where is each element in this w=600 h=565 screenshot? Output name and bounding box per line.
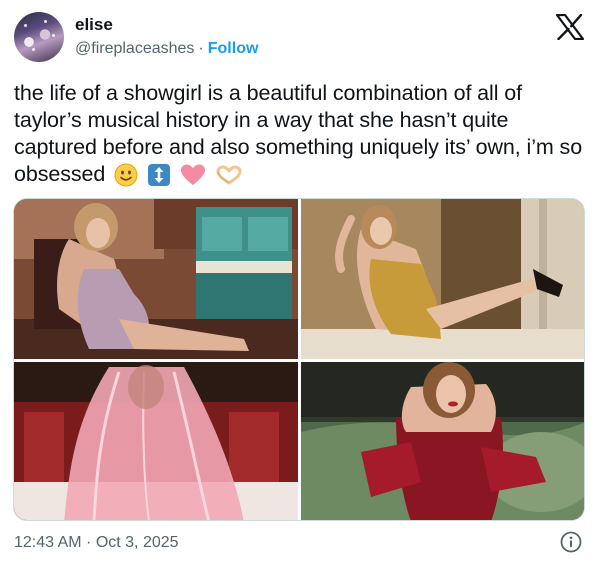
photo-gold-dress-in-doorway[interactable] <box>301 199 584 359</box>
pink-heart-icon <box>180 163 206 187</box>
tweet-card: elise @fireplaceashes · Follow the life of… <box>0 0 600 565</box>
slightly-smiling-face-icon <box>114 163 138 187</box>
display-name[interactable]: elise <box>75 15 113 35</box>
tweet-timestamp[interactable]: 12:43 AM · Oct 3, 2025 <box>14 534 179 552</box>
tweet-text: the life of a showgirl is a beautiful co… <box>14 81 583 186</box>
photo-red-velvet-gloves[interactable] <box>301 362 584 520</box>
follow-button[interactable]: Follow <box>208 40 259 57</box>
photo-sequin-dress-by-piano[interactable] <box>14 199 298 359</box>
user-handle[interactable]: @fireplaceashes <box>75 40 194 57</box>
up-down-arrow-icon <box>147 163 171 187</box>
separator-dot: · <box>198 40 204 57</box>
avatar[interactable] <box>14 12 64 62</box>
handle-row: @fireplaceashes · Follow <box>75 40 258 58</box>
x-logo-icon[interactable] <box>555 13 585 41</box>
tweet-text-block: the life of a showgirl is a beautiful co… <box>14 80 586 188</box>
media-grid <box>13 198 585 521</box>
heart-hands-icon <box>215 163 243 187</box>
photo-pink-sheer-cape[interactable] <box>14 362 298 520</box>
info-icon[interactable] <box>560 531 582 553</box>
